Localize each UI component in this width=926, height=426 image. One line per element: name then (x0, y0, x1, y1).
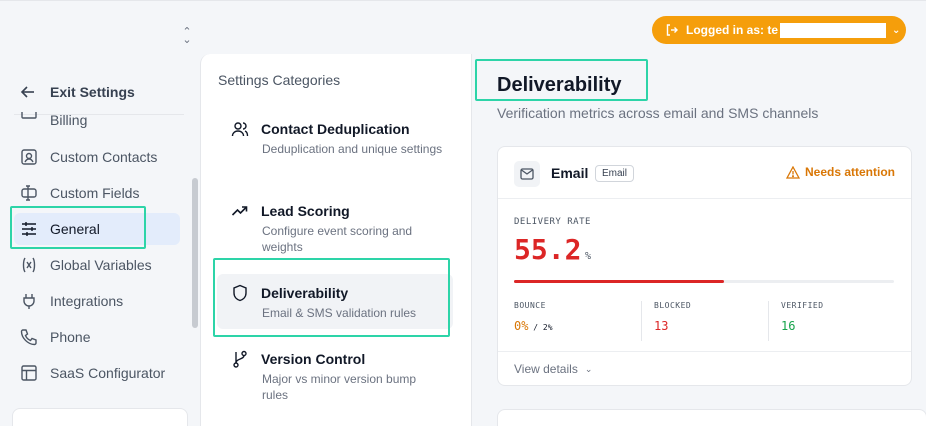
sidebar-item-phone[interactable]: Phone (14, 321, 180, 353)
sidebar-item-general[interactable]: General (14, 213, 180, 245)
billing-icon (21, 112, 37, 119)
sidebar-item-custom-contacts[interactable]: Custom Contacts (14, 141, 180, 173)
stat-bounce: BOUNCE 0% / 2% (514, 301, 553, 333)
chevron-down-icon: ⌄ (892, 24, 901, 36)
sliders-icon (22, 222, 36, 236)
logout-icon (666, 24, 678, 36)
mail-icon (514, 161, 540, 187)
redacted-username (780, 22, 887, 38)
sidebar-footer-card (12, 408, 188, 426)
view-details-button[interactable]: View details ⌄ (514, 362, 592, 376)
settings-categories-panel: Settings Categories Contact Deduplicatio… (200, 54, 472, 426)
settings-sidebar: Exit Settings Billing Custom Contacts Cu… (0, 54, 200, 426)
logged-in-user-button[interactable]: Logged in as: te ⌄ (652, 16, 906, 44)
delivery-rate-unit: % (585, 251, 592, 262)
arrow-left-icon (20, 86, 34, 98)
channel-name: Email (551, 165, 589, 181)
stat-blocked: BLOCKED 13 (641, 301, 767, 341)
category-lead-scoring[interactable]: Lead Scoring Configure event scoring and… (217, 192, 453, 263)
category-contact-deduplication[interactable]: Contact Deduplication Deduplication and … (217, 110, 453, 165)
category-deliverability[interactable]: Deliverability Email & SMS validation ru… (217, 274, 453, 329)
delivery-rate-label: DELIVERY RATE (514, 217, 591, 227)
status-badge: Needs attention (785, 165, 895, 179)
sidebar-item-custom-fields[interactable]: Custom Fields (14, 177, 180, 209)
stat-verified: VERIFIED 16 (768, 301, 894, 341)
main-content: Deliverability Verification metrics acro… (473, 54, 926, 426)
contact-card-icon (21, 149, 37, 165)
card-footer: View details ⌄ (498, 351, 911, 385)
delivery-rate-bar (514, 280, 894, 283)
sidebar-item-integrations[interactable]: Integrations (14, 285, 180, 317)
shield-icon (233, 284, 247, 302)
top-bar: ⌃ ⌄ Logged in as: te ⌄ (0, 0, 926, 54)
channel-badge: Email (595, 165, 635, 182)
phone-icon (20, 329, 37, 346)
page-title: Deliverability (497, 74, 622, 96)
delivery-rate-value: 55.2 (514, 233, 582, 266)
users-icon (231, 122, 249, 137)
email-deliverability-card: Email Email Needs attention DELIVERY RAT… (497, 146, 912, 386)
variable-icon (22, 257, 36, 273)
category-version-control[interactable]: Version Control Major vs minor version b… (217, 340, 453, 411)
chevron-down-icon: ⌄ (584, 363, 593, 374)
layout-icon (21, 365, 37, 381)
card-header: Email Email Needs attention (498, 147, 911, 199)
page-subtitle: Verification metrics across email and SM… (497, 105, 819, 121)
logged-in-label: Logged in as: te (686, 23, 779, 37)
fields-icon (21, 185, 37, 201)
panel-title: Settings Categories (218, 72, 341, 88)
plug-icon (23, 294, 35, 309)
branch-icon (233, 350, 247, 368)
warning-icon (785, 165, 800, 179)
sms-deliverability-card (497, 409, 926, 426)
sidebar-item-global-variables[interactable]: Global Variables (14, 249, 180, 281)
sidebar-item-saas-configurator[interactable]: SaaS Configurator (14, 357, 180, 389)
sidebar-item-billing[interactable]: Billing (14, 112, 180, 128)
sidebar-scrollbar[interactable] (192, 178, 198, 328)
delivery-rate-fill (514, 280, 724, 283)
exit-settings-link[interactable]: Exit Settings (20, 84, 135, 100)
trend-icon (231, 206, 248, 216)
chevron-up-down-icon[interactable]: ⌃ ⌄ (181, 27, 193, 46)
